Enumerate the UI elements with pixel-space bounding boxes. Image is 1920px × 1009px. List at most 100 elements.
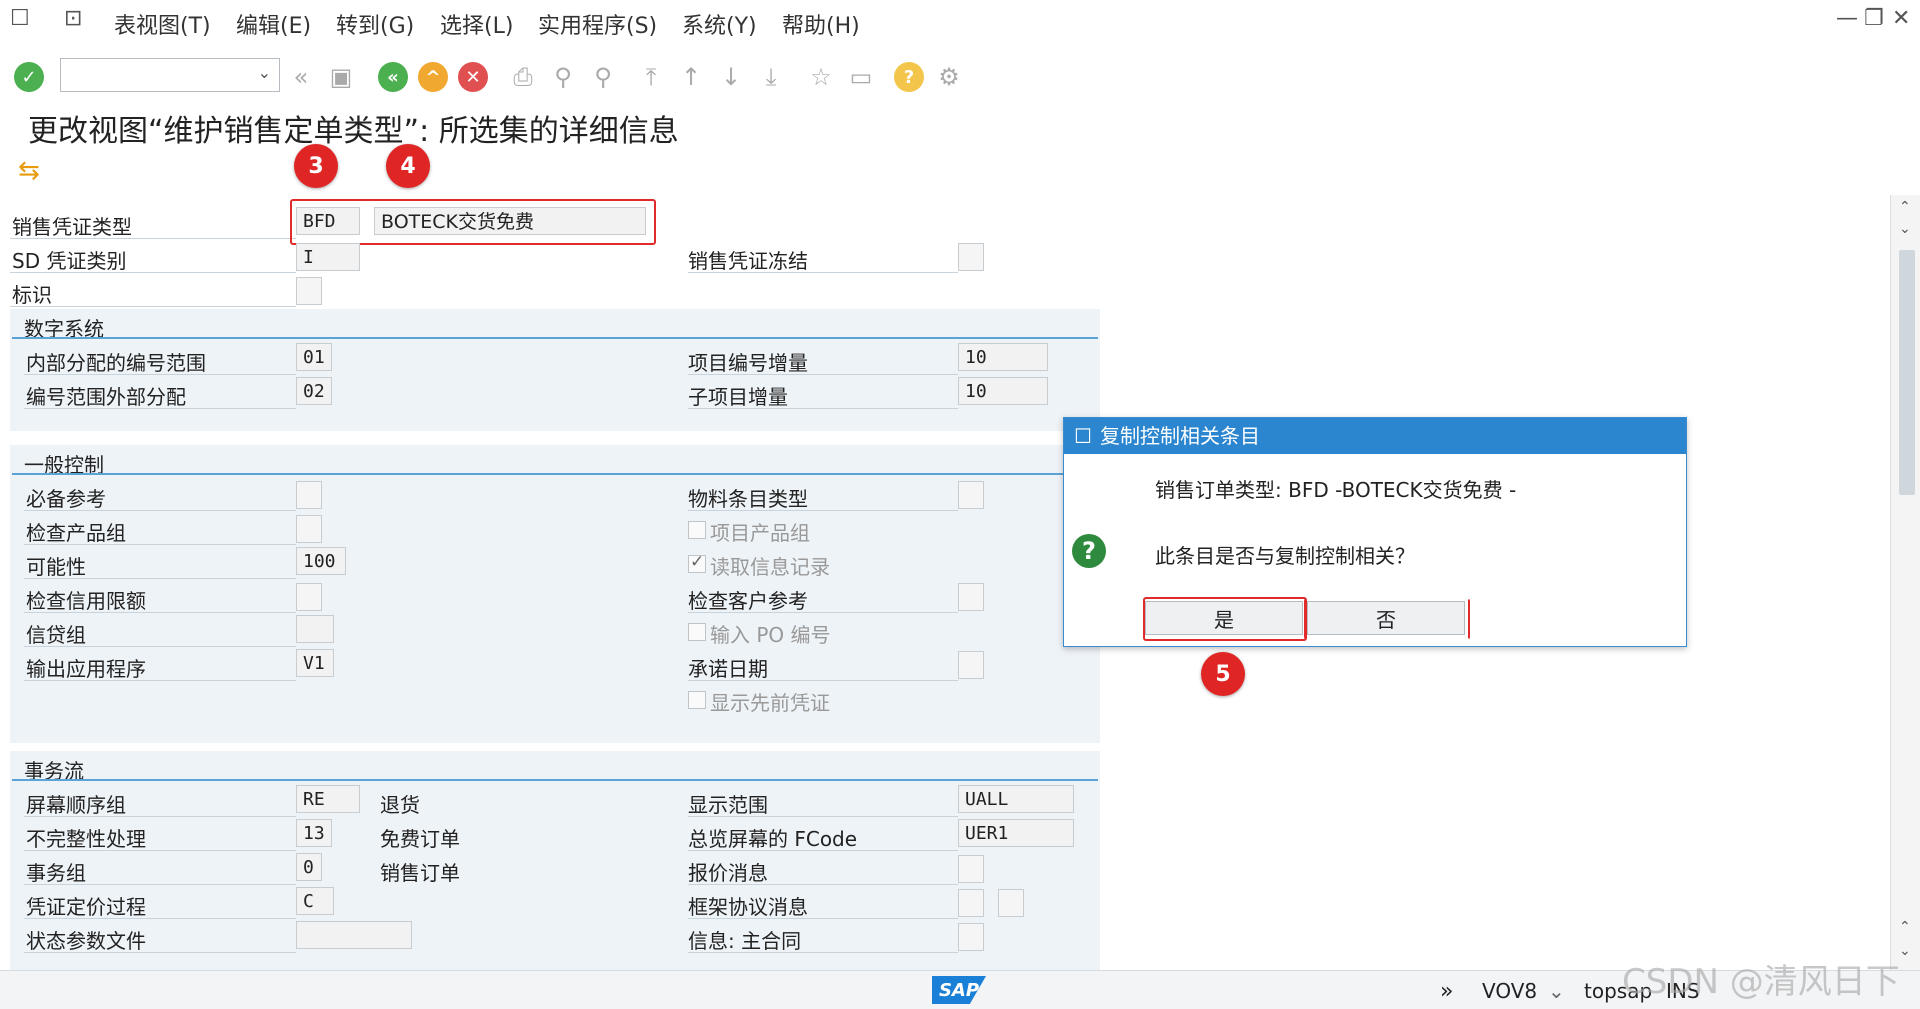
group-divider <box>12 337 1098 339</box>
credit-group-label: 信贷组 <box>26 623 86 647</box>
trans-group-field[interactable]: 0 <box>296 853 322 881</box>
expand-status-icon[interactable]: » <box>1440 979 1453 1004</box>
menu-table-view[interactable]: 表视图(T) <box>114 8 211 40</box>
sd-category-field[interactable]: I <box>296 243 360 271</box>
watermark: CSDN @清风日下 <box>1622 962 1900 1002</box>
row-divider <box>688 612 958 613</box>
back-double-icon[interactable]: « <box>286 62 316 92</box>
menu-help[interactable]: 帮助(H) <box>782 8 860 40</box>
indicator-checkbox[interactable] <box>296 277 322 305</box>
vertical-scrollbar[interactable]: ⌃ ⌄ ⌃ ⌄ <box>1890 195 1920 970</box>
row-divider <box>24 918 296 919</box>
customize-icon[interactable]: ⊡ <box>64 6 82 31</box>
back-icon[interactable]: « <box>378 62 408 92</box>
item-div-checkbox[interactable] <box>688 521 706 539</box>
menu-icon[interactable]: ☐ <box>10 6 30 31</box>
sd-category-label: SD 凭证类别 <box>12 249 127 273</box>
row-divider <box>688 850 958 851</box>
enter-po-label: 输入 PO 编号 <box>710 623 831 647</box>
scroll-thumb[interactable] <box>1899 250 1915 495</box>
row-divider <box>24 612 296 613</box>
next-page-icon[interactable]: ↓ <box>716 62 746 92</box>
external-range-label: 编号范围外部分配 <box>26 385 186 409</box>
first-page-icon[interactable]: ⤒ <box>636 62 666 92</box>
menu-utilities[interactable]: 实用程序(S) <box>538 8 657 40</box>
transaction-flow-group <box>10 751 1100 970</box>
enter-po-checkbox[interactable] <box>688 623 706 641</box>
print-icon[interactable]: ⎙ <box>508 62 538 92</box>
mat-entry-type-field[interactable] <box>958 481 984 509</box>
quote-msg-field[interactable] <box>958 855 984 883</box>
item-incr-field[interactable]: 10 <box>958 343 1048 371</box>
check-div-label: 检查产品组 <box>26 521 126 545</box>
scroll-down-icon[interactable]: ⌄ <box>1899 221 1911 237</box>
new-session-icon[interactable]: ☆ <box>806 62 836 92</box>
probability-field[interactable]: 100 <box>296 547 346 575</box>
exit-icon[interactable]: ^ <box>418 62 448 92</box>
row-divider <box>688 952 958 953</box>
row-divider <box>24 510 296 511</box>
row-divider <box>24 952 296 953</box>
scroll-down-icon[interactable]: ⌄ <box>1899 943 1911 959</box>
subitem-incr-field[interactable]: 10 <box>958 377 1048 405</box>
display-range-field[interactable]: UALL <box>958 785 1074 813</box>
command-field[interactable]: ⌄ <box>60 58 280 92</box>
check-credit-field[interactable] <box>296 583 322 611</box>
restore-icon[interactable]: ❐ <box>1864 6 1884 31</box>
mat-entry-type-label: 物料条目类型 <box>688 487 808 511</box>
info-contract-field[interactable] <box>958 923 984 951</box>
chevron-down-icon[interactable]: ⌄ <box>1548 979 1565 1003</box>
menu-edit[interactable]: 编辑(E) <box>236 8 311 40</box>
dialog-title: 复制控制相关条目 <box>1100 424 1260 448</box>
commit-date-field[interactable] <box>958 651 984 679</box>
block-checkbox[interactable] <box>958 243 984 271</box>
show-prev-doc-checkbox[interactable] <box>688 691 706 709</box>
scroll-up-icon[interactable]: ⌃ <box>1899 199 1911 215</box>
screen-seq-field[interactable]: RE <box>296 785 360 813</box>
check-div-field[interactable] <box>296 515 322 543</box>
find-icon[interactable]: ⚲ <box>548 62 578 92</box>
help-icon[interactable]: ? <box>894 62 924 92</box>
minimize-icon[interactable]: — <box>1836 6 1858 31</box>
read-info-rec-checkbox[interactable] <box>688 552 706 573</box>
menu-selection[interactable]: 选择(L) <box>440 8 513 40</box>
annotation-box <box>1143 597 1307 641</box>
scroll-up-icon[interactable]: ⌃ <box>1899 919 1911 935</box>
row-divider <box>10 238 296 239</box>
transaction-code: VOV8 <box>1482 979 1538 1003</box>
external-range-field[interactable]: 02 <box>296 377 332 405</box>
previous-page-icon[interactable]: ↑ <box>676 62 706 92</box>
menu-system[interactable]: 系统(Y) <box>682 8 757 40</box>
row-divider <box>24 850 296 851</box>
output-app-field[interactable]: V1 <box>296 649 334 677</box>
find-next-icon[interactable]: ⚲ <box>588 62 618 92</box>
close-icon[interactable]: ✕ <box>1892 6 1910 31</box>
row-divider <box>688 918 958 919</box>
dialog-question-text: 此条目是否与复制控制相关？ <box>1155 544 1415 568</box>
contract-msg-field[interactable] <box>958 889 984 917</box>
credit-group-field[interactable] <box>296 615 334 643</box>
ref-mandatory-field[interactable] <box>296 481 322 509</box>
cancel-icon[interactable]: ✕ <box>458 62 488 92</box>
settings-gear-icon[interactable]: ⚙ <box>934 62 964 92</box>
internal-range-field[interactable]: 01 <box>296 343 332 371</box>
question-icon: ? <box>1072 534 1106 568</box>
save-icon[interactable]: ▣ <box>326 62 356 92</box>
pricing-proc-field[interactable]: C <box>296 887 334 915</box>
menu-goto[interactable]: 转到(G) <box>336 8 414 40</box>
check-cust-ref-label: 检查客户参考 <box>688 589 808 613</box>
row-divider <box>24 578 296 579</box>
shortcut-icon[interactable]: ▭ <box>846 62 876 92</box>
group-divider <box>12 779 1098 781</box>
enter-check-icon[interactable]: ✓ <box>14 62 44 92</box>
last-page-icon[interactable]: ⤓ <box>756 62 786 92</box>
expand-icon[interactable]: ⇆ <box>18 156 40 186</box>
check-cust-ref-field[interactable] <box>958 583 984 611</box>
contract-msg-field-2[interactable] <box>998 889 1024 917</box>
annotation-badge-5: 5 <box>1201 652 1245 696</box>
chevron-down-icon[interactable]: ⌄ <box>258 63 271 82</box>
fcode-field[interactable]: UER1 <box>958 819 1074 847</box>
status-profile-field[interactable] <box>296 921 412 949</box>
read-info-rec-label: 读取信息记录 <box>710 555 830 579</box>
incompletion-field[interactable]: 13 <box>296 819 332 847</box>
